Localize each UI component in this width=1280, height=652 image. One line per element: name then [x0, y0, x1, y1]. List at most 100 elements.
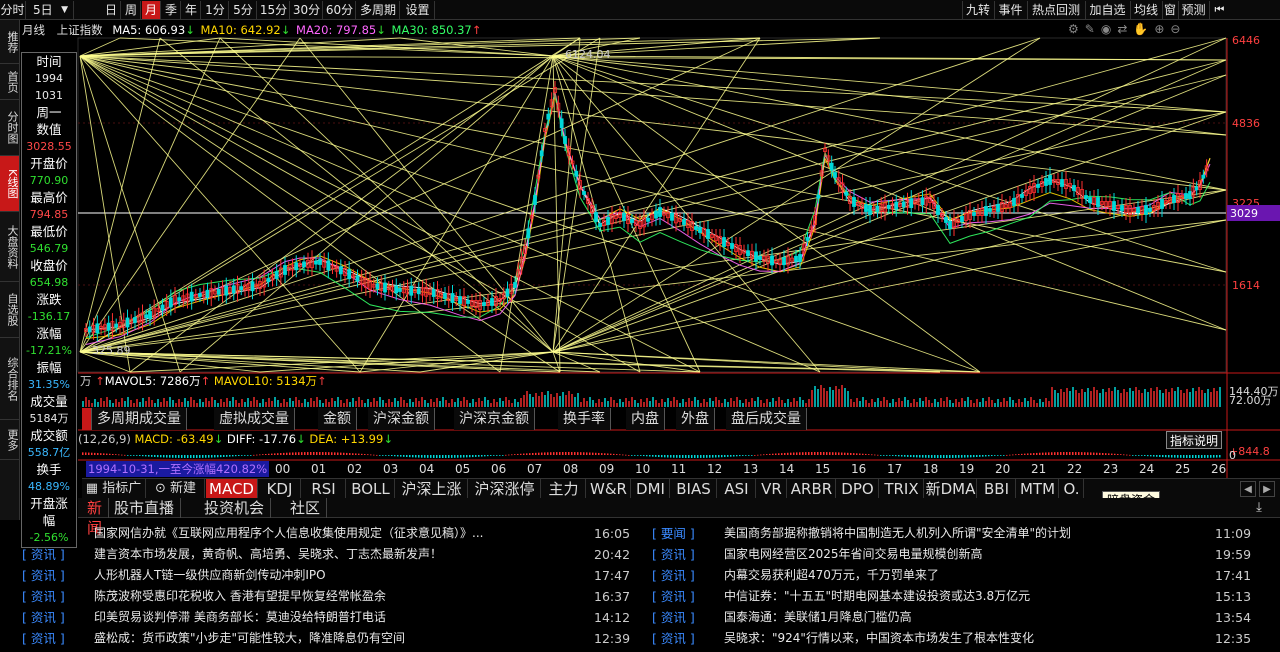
- news-title[interactable]: 建言资本市场发展，黄奇帆、高培勇、吴晓求、丁志杰最新发声！: [94, 544, 594, 565]
- indicator-tab[interactable]: BIAS: [671, 479, 717, 499]
- news-title[interactable]: 盛松成：货币政策"小步走"可能性较大，降准降息仍有空间: [94, 628, 594, 649]
- gann-line: [159, 37, 554, 353]
- volume-bar: [490, 403, 492, 407]
- hand-icon[interactable]: ✋: [1133, 22, 1154, 36]
- news-title[interactable]: 吴晓求："924"行情以来，中国资本市场发生了根本性变化: [724, 628, 1204, 649]
- vol-tab-hs-amount[interactable]: 沪深金额: [368, 408, 435, 430]
- macd-bar: [187, 455, 189, 458]
- vol-tab-multi-period[interactable]: 多周期成交量: [92, 408, 187, 430]
- indicator-tab[interactable]: ASI: [718, 479, 756, 499]
- news-title[interactable]: 陈茂波称受惠印花税收入 香港有望提早恢复经常帐盈余: [94, 586, 594, 607]
- volume-bar: [523, 395, 525, 407]
- zoom-out-icon[interactable]: ⊖: [1170, 22, 1186, 36]
- macd-value: -63.49: [176, 432, 214, 446]
- indicator-square-tab[interactable]: ▦ 指标广场: [82, 479, 146, 516]
- indicator-tab[interactable]: 沪深涨停数: [469, 479, 541, 518]
- indicator-tab[interactable]: 沪深上涨数: [396, 479, 468, 518]
- news-tab-community[interactable]: 社区: [284, 498, 328, 518]
- indicator-tab[interactable]: BBI: [978, 479, 1016, 499]
- chart-tool-icons: ⚙✎◉⇄✋⊕⊖: [1068, 22, 1186, 36]
- macd-bar: [532, 452, 534, 455]
- indicator-tab[interactable]: RSI: [302, 479, 346, 499]
- indicator-tab[interactable]: ARBR: [788, 479, 836, 499]
- new-indicator-button[interactable]: ⊙ 新建: [147, 479, 205, 499]
- candle-body: [1036, 184, 1040, 188]
- scroll-right-icon[interactable]: ▶: [1259, 481, 1275, 497]
- macd-bar: [721, 455, 723, 458]
- volume-bar: [301, 403, 303, 407]
- zoom-in-icon[interactable]: ⊕: [1154, 22, 1170, 36]
- volume-bar: [538, 396, 540, 407]
- year-tick-label: 15: [815, 462, 831, 476]
- news-title[interactable]: 美国商务部据称撤销将中国制造无人机列入所谓"安全清单"的计划: [724, 523, 1204, 544]
- transfer-icon[interactable]: ⇄: [1117, 22, 1133, 36]
- volume-bar: [202, 402, 204, 407]
- macd-bar: [169, 455, 171, 458]
- indicator-tab[interactable]: KDJ: [259, 479, 301, 499]
- news-title[interactable]: 内幕交易获利超470万元，千万罚单来了: [724, 565, 1204, 586]
- volume-bar: [112, 403, 114, 407]
- indicator-tab[interactable]: TRIX: [880, 479, 924, 499]
- vol-tab-amount[interactable]: 金额: [318, 408, 357, 430]
- volume-bar: [1132, 391, 1134, 407]
- indicator-tab[interactable]: O.: [1060, 479, 1084, 499]
- indicator-tab[interactable]: 主力: [542, 479, 586, 499]
- news-title[interactable]: 中信证券："十五五"时期电网基本建设投资或达3.8万亿元: [724, 586, 1204, 607]
- news-tab-news[interactable]: 新闻: [78, 498, 109, 537]
- volume-bar: [400, 397, 402, 407]
- indicator-tab[interactable]: MACD: [206, 479, 258, 499]
- volume-bar: [922, 401, 924, 407]
- volume-bar: [712, 401, 714, 407]
- vol-tab-virtual[interactable]: 虚拟成交量: [214, 408, 295, 430]
- year-tick-label: 02: [347, 462, 363, 476]
- indicator-tab[interactable]: BOLL: [347, 479, 395, 499]
- news-tab-live[interactable]: 股市直播: [108, 498, 182, 518]
- macd-bar: [238, 455, 240, 456]
- edit-icon[interactable]: ✎: [1085, 22, 1101, 36]
- index-name: 上证指数: [56, 23, 103, 37]
- download-icon[interactable]: ⤓: [1250, 500, 1268, 516]
- vol-tab-turnover[interactable]: 换手率: [558, 408, 611, 430]
- macd-bar: [919, 455, 921, 458]
- news-tab-opportunity[interactable]: 投资机会: [198, 498, 272, 518]
- vol-tab-hsj-amount[interactable]: 沪深京金额: [454, 408, 535, 430]
- settings-icon[interactable]: ⚙: [1068, 22, 1085, 36]
- volume-bar: [502, 401, 504, 407]
- news-title[interactable]: 国家电网经营区2025年省间交易电量规模创新高: [724, 544, 1204, 565]
- eye-icon[interactable]: ◉: [1101, 22, 1117, 36]
- vol-tab-volume[interactable]: [82, 408, 92, 430]
- macd-bar: [724, 455, 726, 458]
- news-title[interactable]: 国家网信办就《互联网应用程序个人信息收集使用规定（征求意见稿）》...: [94, 523, 594, 544]
- volume-bar: [103, 401, 105, 407]
- scroll-left-icon[interactable]: ◀: [1240, 481, 1256, 497]
- indicator-tab[interactable]: VR: [757, 479, 787, 499]
- volume-bar: [91, 403, 93, 407]
- macd-bar: [934, 455, 936, 458]
- volume-bar: [478, 398, 480, 407]
- macd-bar: [250, 455, 252, 456]
- macd-bar: [1153, 455, 1155, 457]
- news-title[interactable]: 人形机器人T链一级供应商新剑传动冲刺IPO: [94, 565, 594, 586]
- candle-body: [754, 251, 758, 262]
- indicator-tabs: ▦ 指标广场 ⊙ 新建 MACDKDJRSIBOLL沪深上涨数沪深涨停数主力W&…: [82, 478, 1280, 518]
- news-category: [ 资讯 ]: [22, 610, 65, 625]
- year-tick-label: 04: [419, 462, 435, 476]
- vol-tab-afterhours[interactable]: 盘后成交量: [726, 408, 807, 430]
- news-title[interactable]: 国泰海通：美联储1月降息门槛仍高: [724, 607, 1204, 628]
- volume-bar: [646, 398, 648, 407]
- news-title[interactable]: 印美贸易谈判停滞 美商务部长：莫迪没给特朗普打电话: [94, 607, 594, 628]
- volume-bar: [211, 397, 213, 407]
- indicator-tab[interactable]: DPO: [837, 479, 879, 499]
- macd-bar: [121, 454, 123, 456]
- indicator-tab[interactable]: W&R: [587, 479, 631, 499]
- vol-tab-inner[interactable]: 内盘: [626, 408, 665, 430]
- macd-bar: [1090, 452, 1092, 455]
- indicator-tab[interactable]: MTM: [1017, 479, 1059, 499]
- vol-tab-outer[interactable]: 外盘: [676, 408, 715, 430]
- indicator-help-button[interactable]: 指标说明: [1166, 431, 1222, 449]
- volume-bar: [871, 399, 873, 407]
- candle-body: [582, 191, 586, 195]
- indicator-tab[interactable]: 新DMA: [925, 479, 977, 499]
- news-category: [ 资讯 ]: [22, 589, 65, 604]
- indicator-tab[interactable]: DMI: [632, 479, 670, 499]
